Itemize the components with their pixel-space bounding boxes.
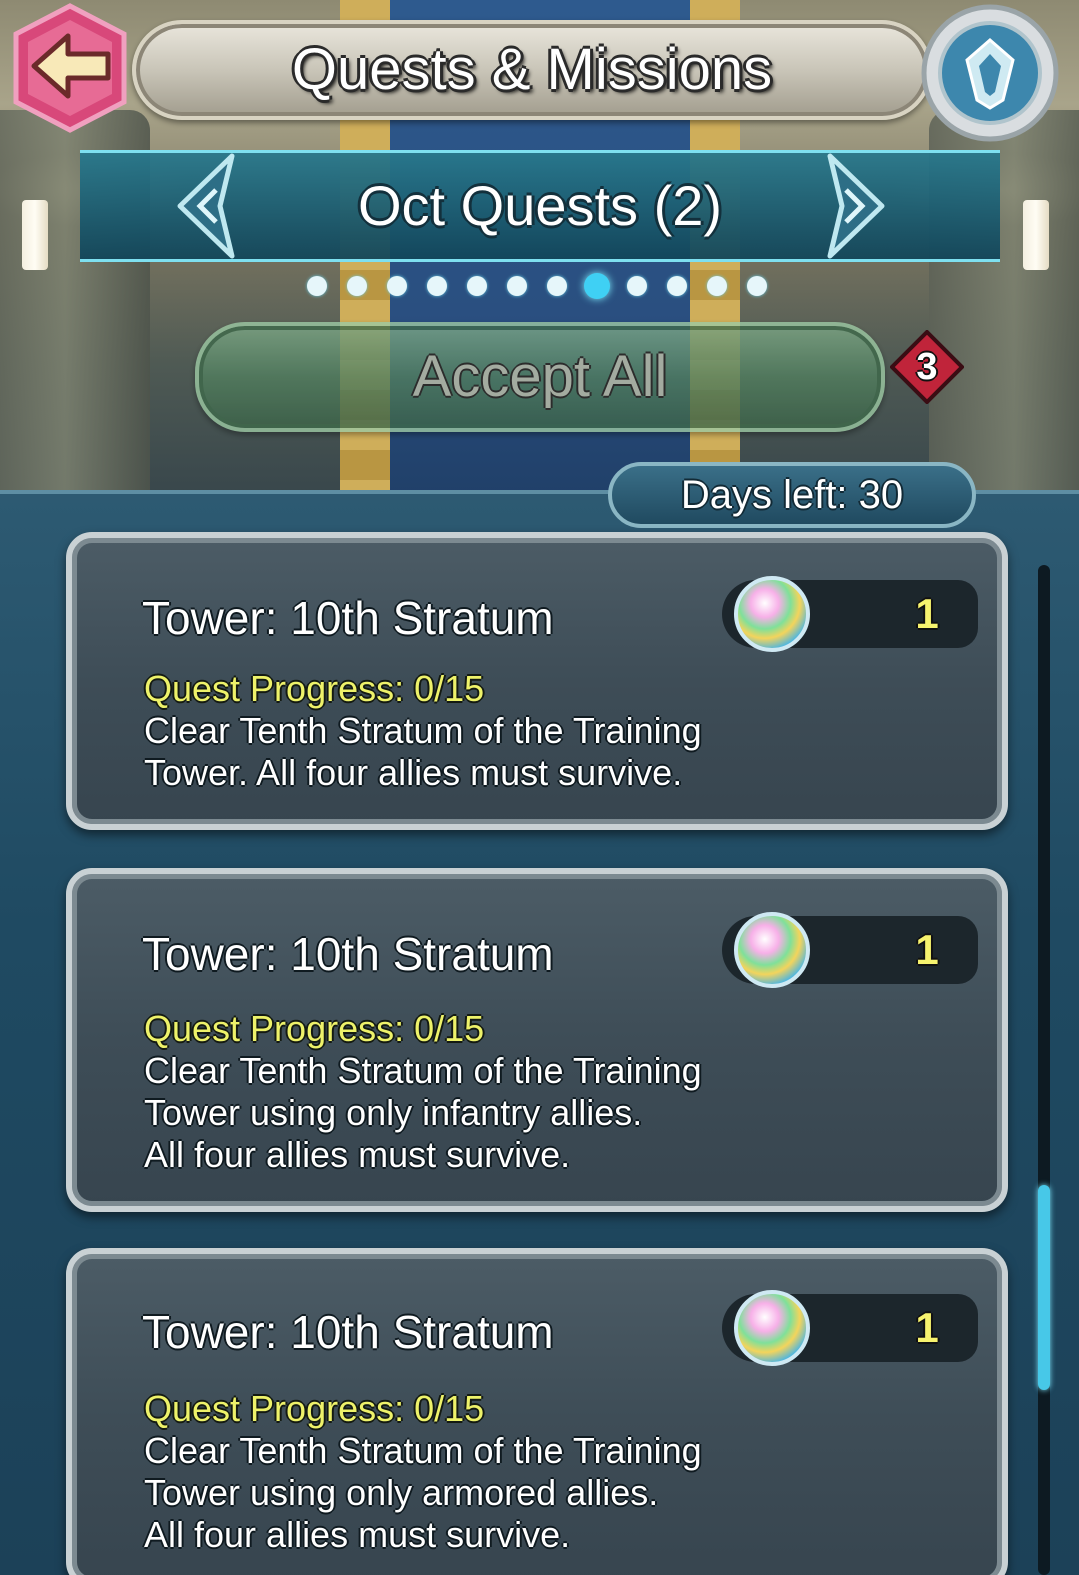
quest-description-line: All four allies must survive. [144,1134,571,1175]
page-dot[interactable] [547,276,567,296]
quest-title: Tower: 10th Stratum [142,1306,554,1358]
scrollbar-track [1038,565,1050,1575]
chevron-left-icon [177,153,235,259]
orb-icon [734,912,810,988]
quest-card[interactable]: Tower: 10th Stratum 1 Quest Progress: 0/… [66,868,1008,1212]
back-button[interactable] [4,2,136,134]
chevron-right-icon [827,153,885,259]
page-dot[interactable] [707,276,727,296]
page-dot[interactable] [507,276,527,296]
quest-description-line: Clear Tenth Stratum of the Training [144,1050,702,1091]
quest-progress: Quest Progress: 0/15 [144,1008,485,1049]
days-left-text: Days left: 30 [680,473,904,517]
count-badge-value: 3 [916,346,938,388]
orb-icon [734,576,810,652]
page-dot[interactable] [667,276,687,296]
page-dot[interactable] [467,276,487,296]
my-nintendo-icon [921,4,1059,142]
page-dot[interactable] [387,276,407,296]
quest-card[interactable]: Tower: 10th Stratum 1 Quest Progress: 0/… [66,532,1008,830]
page-dot[interactable] [627,276,647,296]
page-dot[interactable] [427,276,447,296]
quest-description: Clear Tenth Stratum of the Training Towe… [144,1430,764,1556]
page-dot[interactable] [747,276,767,296]
quest-description-line: Tower using only infantry allies. [144,1092,643,1133]
quest-title: Tower: 10th Stratum [142,592,554,644]
quest-description-line: Tower using only armored allies. [144,1472,659,1513]
candle-right [1023,200,1049,270]
accept-all-label: Accept All [412,344,668,409]
quest-description: Clear Tenth Stratum of the Training Towe… [144,710,764,794]
quest-description: Clear Tenth Stratum of the Training Towe… [144,1050,764,1176]
page-dot[interactable] [347,276,367,296]
candle-left [22,200,48,270]
reward-count: 1 [915,590,939,637]
prev-month-button[interactable] [170,150,250,262]
quest-progress: Quest Progress: 0/15 [144,1388,485,1429]
quest-description-line: Clear Tenth Stratum of the Training [144,710,702,751]
quest-description-line: Clear Tenth Stratum of the Training [144,1430,702,1471]
quest-description-line: All four allies must survive. [144,1514,571,1555]
orb-icon [734,1290,810,1366]
quest-progress: Quest Progress: 0/15 [144,668,485,709]
quest-card[interactable]: Tower: 10th Stratum 1 Quest Progress: 0/… [66,1248,1008,1575]
reward-count: 1 [915,926,939,973]
next-month-button[interactable] [812,150,892,262]
page-dot[interactable] [584,273,610,299]
back-arrow-icon [13,3,127,133]
reward-count: 1 [915,1304,939,1351]
scrollbar-thumb[interactable] [1038,1185,1050,1390]
quest-title: Tower: 10th Stratum [142,928,554,980]
month-title: Oct Quests (2) [357,174,723,237]
my-nintendo-button[interactable] [915,2,1065,144]
page-dots [0,270,1079,300]
quest-description-line: Tower. All four allies must survive. [144,752,683,793]
page-title: Quests & Missions [291,37,773,102]
page-dot[interactable] [307,276,327,296]
